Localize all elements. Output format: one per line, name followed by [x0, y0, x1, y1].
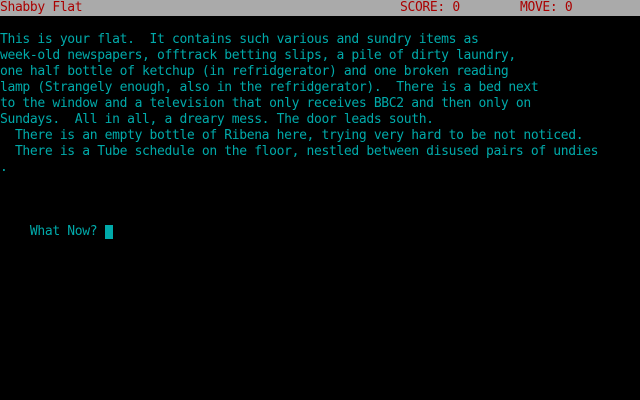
output-line: week-old newspapers, offtrack betting sl…	[0, 48, 516, 63]
output-line: to the window and a television that only…	[0, 96, 531, 111]
output-line: Sundays. All in all, a dreary mess. The …	[0, 112, 434, 127]
game-screen: Shabby Flat SCORE: 0 MOVE: 0 This is you…	[0, 0, 640, 400]
output-line: This is your flat. It contains such vari…	[0, 32, 479, 47]
move-counter: MOVE: 0	[520, 0, 573, 15]
text-cursor[interactable]	[104, 225, 113, 239]
output-line: .	[0, 160, 8, 175]
game-output: This is your flat. It contains such vari…	[0, 32, 640, 176]
output-line: There is a Tube schedule on the floor, n…	[0, 144, 599, 159]
output-line: one half bottle of ketchup (in refridger…	[0, 64, 509, 79]
output-line: There is an empty bottle of Ribena here,…	[0, 128, 584, 143]
command-prompt: What Now?	[29, 224, 105, 239]
status-bar: Shabby Flat SCORE: 0 MOVE: 0	[0, 0, 640, 16]
output-line: lamp (Strangely enough, also in the refr…	[0, 80, 539, 95]
score-display: SCORE: 0	[400, 0, 460, 15]
command-input[interactable]: What Now?	[0, 208, 113, 239]
location-name: Shabby Flat	[0, 0, 83, 15]
